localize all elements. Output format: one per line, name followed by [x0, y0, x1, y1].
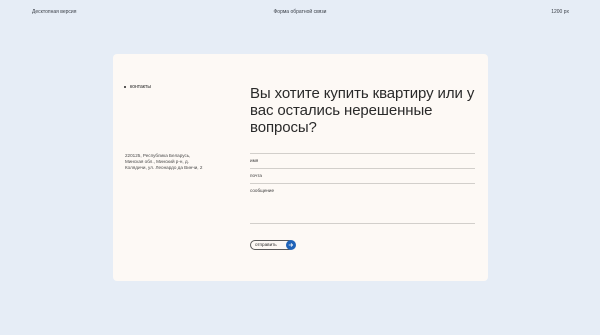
bullet-icon	[124, 86, 126, 88]
submit-button[interactable]: отправить	[250, 240, 296, 250]
name-field[interactable]: имя	[250, 153, 475, 168]
feedback-card: контакты 220125, Республика Беларусь, Ми…	[113, 54, 488, 281]
page: Десктопная версия Форма обратной связи 1…	[0, 0, 600, 335]
contacts-nav[interactable]: контакты	[124, 84, 151, 90]
name-field-label: имя	[250, 158, 259, 163]
arrow-right-icon[interactable]	[286, 240, 296, 250]
meta-width: 1200 px	[551, 9, 569, 15]
email-field-label: почта	[250, 173, 262, 178]
top-meta-bar: Десктопная версия Форма обратной связи 1…	[0, 9, 600, 19]
message-field[interactable]: сообщение	[250, 183, 475, 224]
contacts-link[interactable]: контакты	[130, 84, 151, 90]
meta-form-title: Форма обратной связи	[273, 9, 327, 15]
email-field[interactable]: почта	[250, 168, 475, 183]
address-block: 220125, Республика Беларусь, Минская обл…	[125, 153, 220, 171]
form-headline: Вы хотите купить квартиру или у вас оста…	[250, 85, 475, 136]
message-field-label: сообщение	[250, 188, 275, 193]
address-line: Колядичи, ул. Леонардо да Винчи, 2	[125, 165, 203, 170]
